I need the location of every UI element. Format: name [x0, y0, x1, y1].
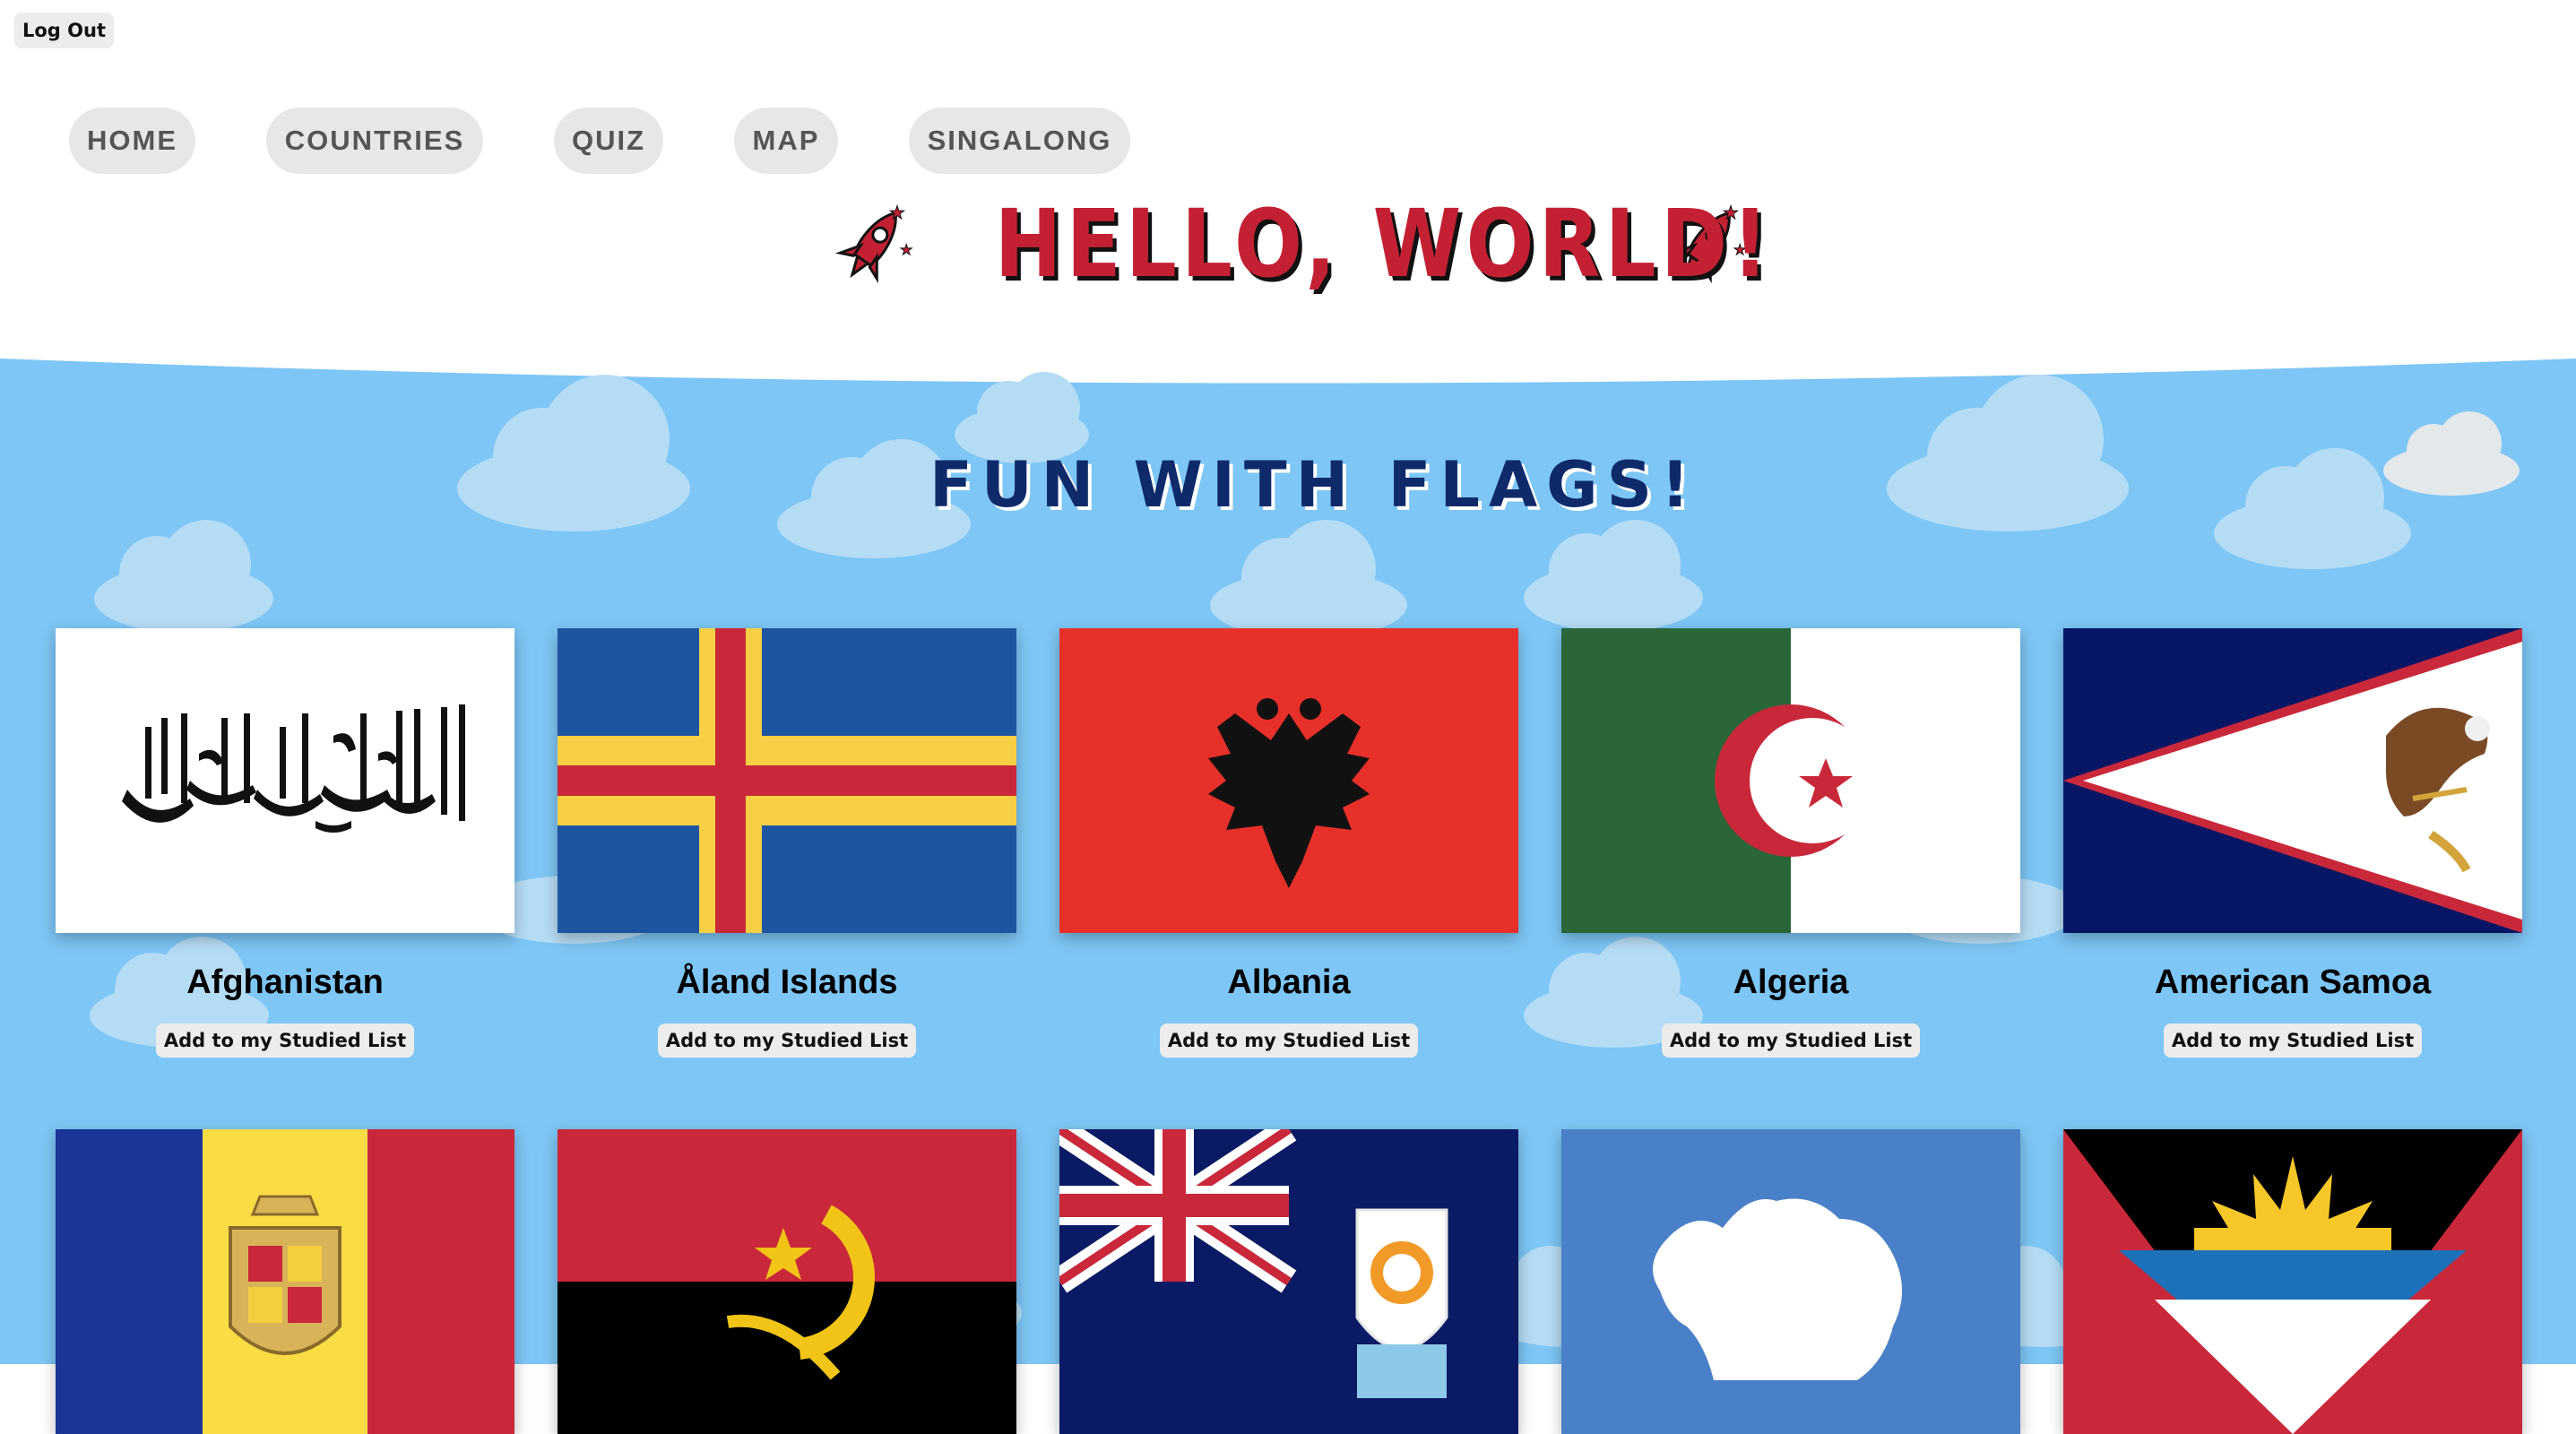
dolphins-shield-icon [1355, 1208, 1448, 1398]
country-card [56, 1129, 514, 1434]
flag-antigua-and-barbuda[interactable] [2063, 1129, 2522, 1434]
country-name: Åland Islands [676, 963, 898, 1001]
country-name: Algeria [1733, 963, 1849, 1001]
rocket-icon: ★ ★ [834, 202, 913, 284]
flag-anguilla[interactable] [1059, 1129, 1518, 1434]
country-card: Åland Islands Add to my Studied List [558, 628, 1016, 1058]
nav-quiz[interactable]: QUIZ [554, 108, 663, 174]
country-card: Albania Add to my Studied List [1059, 628, 1518, 1058]
add-to-studied-list-button[interactable]: Add to my Studied List [657, 1024, 917, 1058]
country-card [2063, 1129, 2522, 1434]
country-card [558, 1129, 1016, 1434]
page-title: HELLO, WORLD! [994, 189, 1774, 298]
flag-andorra[interactable] [56, 1129, 514, 1434]
add-to-studied-list-button[interactable]: Add to my Studied List [1661, 1024, 1921, 1058]
flag-antarctica[interactable] [1561, 1129, 2020, 1434]
nav-home[interactable]: HOME [69, 108, 195, 174]
flag-algeria[interactable] [1561, 628, 2020, 933]
country-card [1561, 1129, 2020, 1434]
country-name: Afghanistan [186, 963, 384, 1001]
svg-text:★: ★ [900, 241, 912, 258]
country-name: Albania [1227, 963, 1351, 1001]
country-card: Algeria Add to my Studied List [1561, 628, 2020, 1058]
add-to-studied-list-button[interactable]: Add to my Studied List [155, 1024, 415, 1058]
svg-text:★: ★ [889, 202, 905, 223]
section-title: FUN WITH FLAGS! [929, 448, 1699, 522]
flag-american-samoa[interactable] [2063, 628, 2522, 933]
nav-singalong[interactable]: SINGALONG [909, 108, 1130, 174]
nav-map[interactable]: MAP [734, 108, 838, 174]
flag-angola[interactable] [558, 1129, 1016, 1434]
nav-countries[interactable]: COUNTRIES [266, 108, 483, 174]
country-card [1059, 1129, 1518, 1434]
logout-button[interactable]: Log Out [14, 13, 114, 48]
flag-afghanistan[interactable] [56, 628, 514, 933]
flag-albania[interactable] [1059, 628, 1518, 933]
country-name: American Samoa [2154, 963, 2432, 1001]
add-to-studied-list-button[interactable]: Add to my Studied List [2163, 1024, 2423, 1058]
add-to-studied-list-button[interactable]: Add to my Studied List [1159, 1024, 1419, 1058]
country-card: Afghanistan Add to my Studied List [56, 628, 514, 1058]
flag-aland-islands[interactable] [558, 628, 1016, 933]
country-card: American Samoa Add to my Studied List [2063, 628, 2522, 1058]
